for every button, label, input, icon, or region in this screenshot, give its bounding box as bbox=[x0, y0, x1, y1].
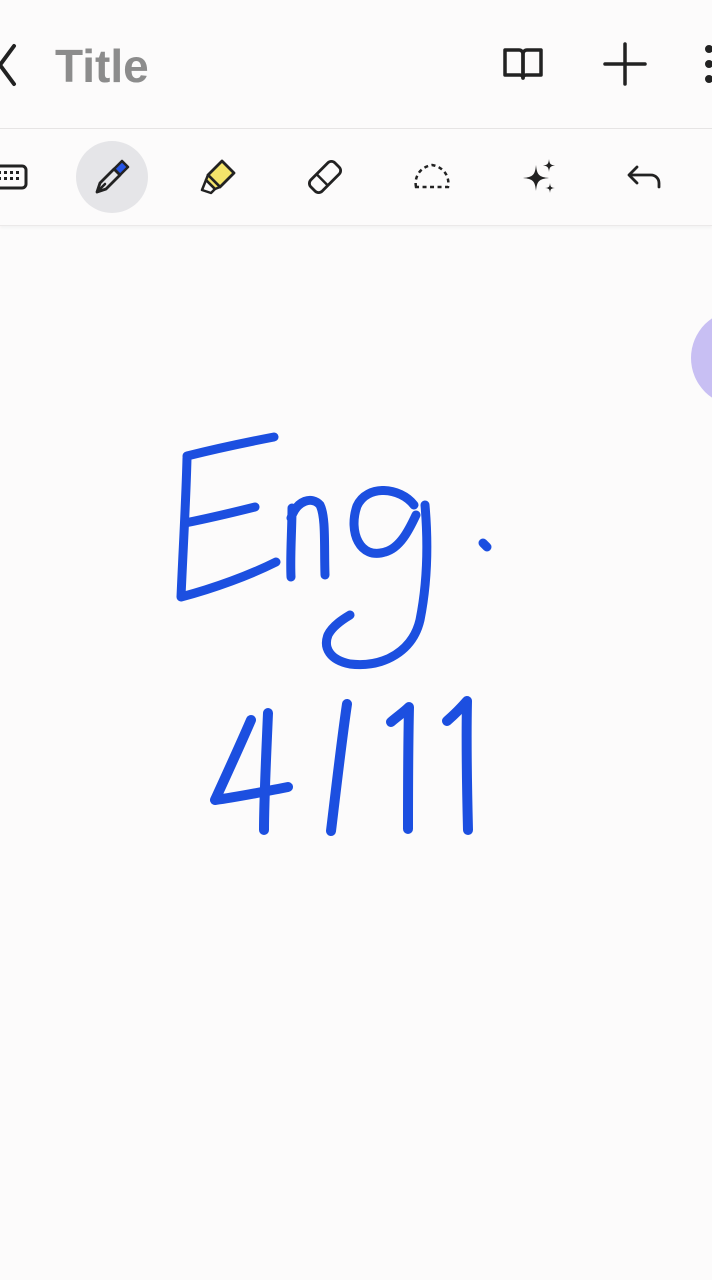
drawing-toolbar bbox=[0, 129, 712, 226]
undo-tool[interactable] bbox=[609, 141, 681, 213]
keyboard-icon bbox=[0, 164, 28, 190]
highlighter-tool[interactable] bbox=[182, 141, 254, 213]
undo-icon bbox=[627, 165, 661, 189]
ai-assist-tool[interactable] bbox=[503, 141, 575, 213]
handwriting-ink bbox=[176, 432, 492, 836]
note-canvas[interactable]: Eng. 4/11 bbox=[0, 226, 712, 1280]
highlighter-icon bbox=[200, 159, 236, 195]
more-menu-icon bbox=[705, 45, 712, 83]
note-app: Title bbox=[0, 0, 712, 1280]
eraser-icon bbox=[307, 159, 343, 195]
lasso-tool[interactable] bbox=[396, 141, 468, 213]
book-view-button[interactable] bbox=[497, 38, 549, 90]
chevron-left-icon bbox=[0, 44, 16, 86]
keyboard-tool[interactable] bbox=[0, 141, 44, 213]
pen-icon bbox=[95, 159, 130, 194]
top-app-bar: Title bbox=[0, 0, 712, 129]
lasso-icon bbox=[414, 163, 450, 189]
pen-tool[interactable] bbox=[76, 141, 148, 213]
more-menu-button[interactable] bbox=[696, 38, 712, 90]
add-page-icon bbox=[603, 42, 647, 86]
book-view-icon bbox=[503, 48, 543, 80]
back-button[interactable] bbox=[0, 40, 24, 90]
page-title[interactable]: Title bbox=[55, 38, 149, 94]
eraser-tool[interactable] bbox=[289, 141, 361, 213]
add-page-button[interactable] bbox=[599, 38, 651, 90]
sparkle-icon bbox=[523, 159, 555, 193]
